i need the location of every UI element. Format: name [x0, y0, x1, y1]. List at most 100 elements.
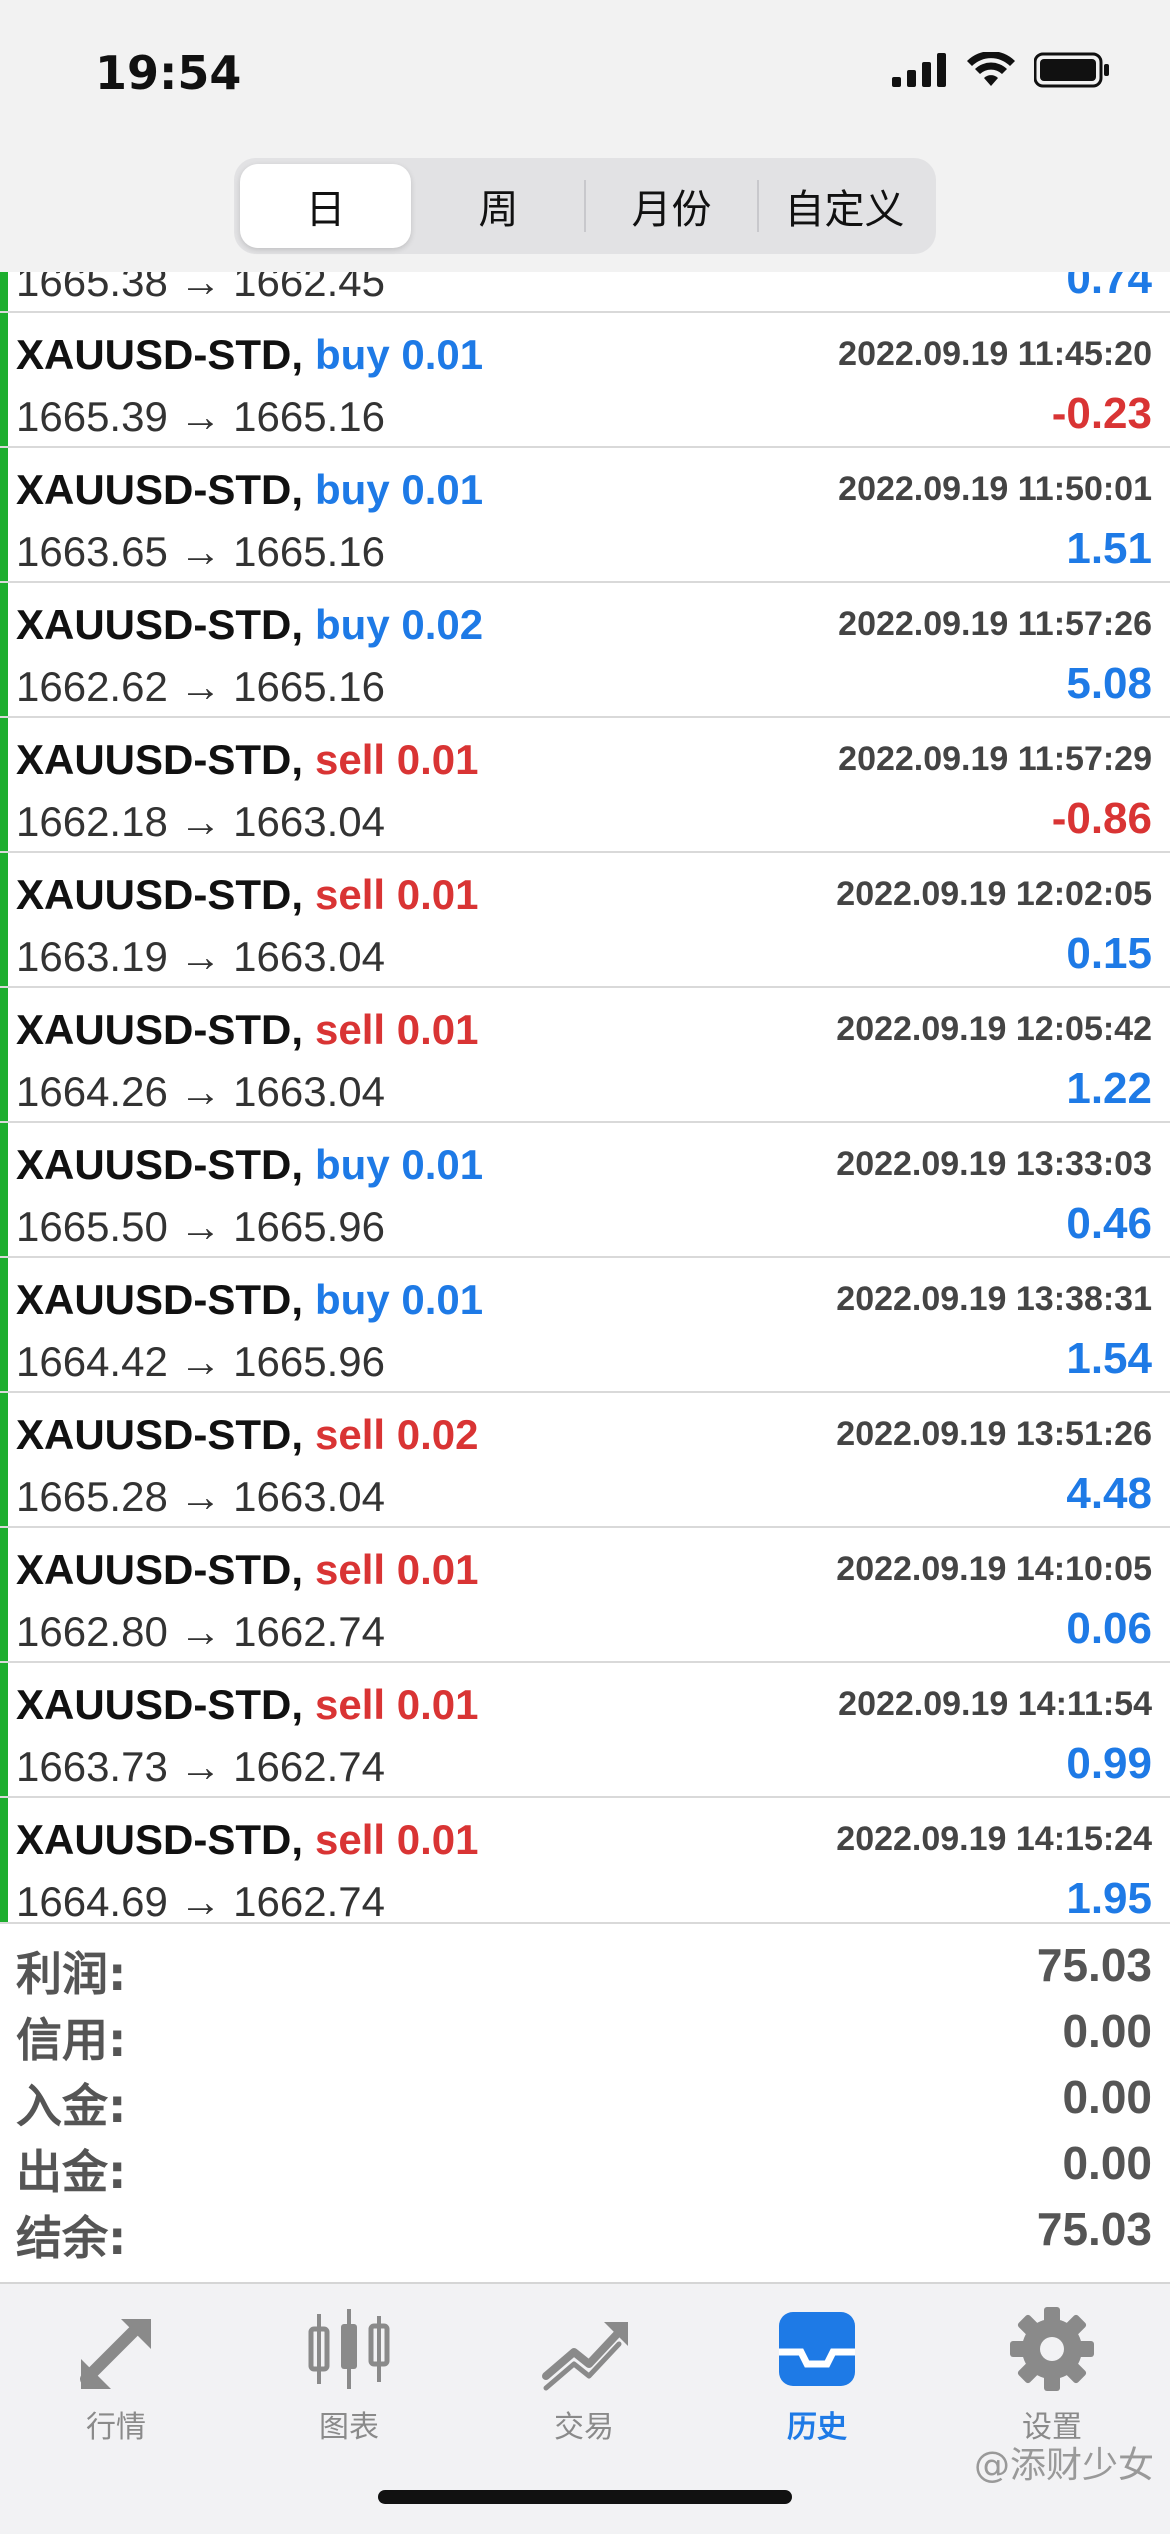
trade-side: sell — [315, 1546, 386, 1593]
trade-prices: 1663.19 → 1663.04 — [16, 933, 385, 980]
status-bar: 19:54 — [0, 0, 1170, 150]
trade-symbol: XAUUSD-STD, — [16, 871, 304, 918]
trade-side: sell — [315, 1816, 386, 1863]
trade-title: XAUUSD-STD, sell 0.01 — [16, 1546, 479, 1594]
trade-prices: 1664.26 → 1663.04 — [16, 1068, 385, 1115]
trade-symbol: XAUUSD-STD, — [16, 1006, 304, 1053]
trade-profit: 1.22 — [1066, 1064, 1152, 1113]
summary-value: 0.00 — [1062, 2137, 1152, 2189]
trade-profit: 0.74 — [1066, 272, 1152, 303]
trade-profit: 0.15 — [1066, 929, 1152, 978]
summary-value: 75.03 — [1036, 2203, 1152, 2255]
status-time: 19:54 — [95, 46, 242, 100]
trade-lot: 0.01 — [396, 1816, 479, 1863]
battery-icon — [1034, 52, 1109, 88]
trade-row[interactable]: XAUUSD-STD, buy 0.01 1664.42 → 1665.96 2022… — [0, 1258, 1170, 1393]
trade-profit: 1.51 — [1066, 524, 1152, 573]
trade-row[interactable]: XAUUSD-STD, sell 0.01 1663.19 → 1663.04 202… — [0, 853, 1170, 988]
tab-label: 行情 — [86, 2410, 146, 2445]
trade-prices: 1665.39 → 1665.16 — [16, 393, 385, 440]
trade-title: XAUUSD-STD, buy 0.01 — [16, 466, 483, 514]
trade-row[interactable]: XAUUSD-STD, buy 0.02 1662.62 → 1665.16 2022… — [0, 583, 1170, 718]
trade-profit: 0.99 — [1066, 1739, 1152, 1788]
trade-time: 2022.09.19 13:38:31 — [836, 1280, 1152, 1318]
home-indicator[interactable] — [378, 2490, 792, 2504]
trade-row[interactable]: XAUUSD-STD, buy 0.01 1663.65 → 1665.16 2022… — [0, 448, 1170, 583]
trade-symbol: XAUUSD-STD, — [16, 1546, 304, 1593]
trade-lot: 0.02 — [396, 1411, 479, 1458]
segment-custom[interactable]: 自定义 — [759, 164, 930, 248]
trade-time: 2022.09.19 14:11:54 — [838, 1685, 1152, 1723]
segment-day[interactable]: 日 — [240, 164, 411, 248]
trade-time: 2022.09.19 11:50:01 — [838, 470, 1152, 508]
trade-side: sell — [315, 871, 386, 918]
trade-time: 2022.09.19 14:10:05 — [836, 1550, 1152, 1588]
trade-row[interactable]: XAUUSD-STD, sell 0.02 1665.28 → 1663.04 202… — [0, 1393, 1170, 1528]
trade-title: XAUUSD-STD, sell 0.02 — [16, 1411, 479, 1459]
trade-row[interactable]: XAUUSD-STD,1665.38 → 1662.450.74 — [0, 272, 1170, 313]
watermark: @添财少女 — [973, 2445, 1154, 2486]
tab-settings[interactable]: 设置 — [962, 2304, 1142, 2454]
trade-row[interactable]: XAUUSD-STD, sell 0.01 1664.69 → 1662.74 202… — [0, 1798, 1170, 1922]
trade-side: buy — [315, 466, 390, 513]
trade-side: sell — [315, 1681, 386, 1728]
trade-row[interactable]: XAUUSD-STD, sell 0.01 1662.18 → 1663.04 202… — [0, 718, 1170, 853]
status-icons — [892, 52, 1110, 88]
trade-profit: 0.46 — [1066, 1199, 1152, 1248]
trade-row[interactable]: XAUUSD-STD, sell 0.01 1664.26 → 1663.04 202… — [0, 988, 1170, 1123]
tab-label: 历史 — [787, 2410, 847, 2445]
summary-label: 信用: — [16, 2013, 127, 2067]
trade-row[interactable]: XAUUSD-STD, buy 0.01 1665.39 → 1665.16 2022… — [0, 313, 1170, 448]
trade-side: buy — [315, 601, 390, 648]
tab-charts[interactable]: 图表 — [259, 2304, 439, 2454]
trade-title: XAUUSD-STD, buy 0.01 — [16, 1141, 483, 1189]
trade-history-list[interactable]: XAUUSD-STD, 1665.38 → 1662.45 0.74 XAUUSD-S… — [0, 272, 1170, 1922]
trade-time: 2022.09.19 12:05:42 — [836, 1010, 1152, 1048]
trade-lot: 0.01 — [401, 331, 484, 378]
trade-title: XAUUSD-STD, buy 0.01 — [16, 1276, 483, 1324]
trade-prices: 1664.69 → 1662.74 — [16, 1878, 385, 1922]
summary-row: 利润: 75.03 — [0, 1938, 1170, 2004]
tab-history[interactable]: 历史 — [727, 2304, 907, 2454]
trade-prices: 1665.38 → 1662.45 — [16, 272, 385, 305]
tab-quotes[interactable]: 行情 — [26, 2304, 206, 2454]
trade-side: sell — [315, 1006, 386, 1053]
wifi-icon — [967, 52, 1015, 86]
trade-profit: -0.23 — [1051, 389, 1152, 438]
trade-lot: 0.01 — [401, 1276, 484, 1323]
summary-value: 75.03 — [1036, 1939, 1152, 1991]
trade-lot: 0.01 — [396, 736, 479, 783]
trade-title: XAUUSD-STD, sell 0.01 — [16, 736, 479, 784]
trade-trend-icon — [542, 2322, 628, 2391]
segment-month[interactable]: 月份 — [586, 164, 757, 248]
trade-symbol: XAUUSD-STD, — [16, 1141, 304, 1188]
trade-row[interactable]: XAUUSD-STD, sell 0.01 1663.73 → 1662.74 202… — [0, 1663, 1170, 1798]
trade-time: 2022.09.19 13:33:03 — [836, 1145, 1152, 1183]
trade-time: 2022.09.19 13:51:26 — [836, 1415, 1152, 1453]
trade-row[interactable]: XAUUSD-STD, sell 0.01 1662.80 → 1662.74 202… — [0, 1528, 1170, 1663]
trade-time: 2022.09.19 12:02:05 — [836, 875, 1152, 913]
trade-prices: 1663.73 → 1662.74 — [16, 1743, 385, 1790]
trade-row[interactable]: XAUUSD-STD, buy 0.01 1665.50 → 1665.96 2022… — [0, 1123, 1170, 1258]
candlestick-chart-icon — [308, 2309, 390, 2389]
trade-symbol: XAUUSD-STD, — [16, 466, 304, 513]
trade-profit: 1.95 — [1066, 1874, 1152, 1922]
trade-profit: 0.06 — [1066, 1604, 1152, 1653]
summary-label: 出金: — [16, 2145, 127, 2199]
trade-prices: 1664.42 → 1665.96 — [16, 1338, 385, 1385]
trade-lot: 0.02 — [401, 601, 484, 648]
period-selector-bar: 日 周 月份 自定义 — [0, 150, 1170, 272]
period-segmented-control: 日 周 月份 自定义 — [234, 158, 936, 254]
trade-history-list-content: XAUUSD-STD, 1665.38 → 1662.45 0.74 XAUUSD-S… — [0, 272, 1170, 1922]
tab-trade[interactable]: 交易 — [494, 2304, 674, 2454]
quotes-arrows-icon — [80, 2319, 151, 2389]
trade-time: 2022.09.19 14:15:24 — [836, 1820, 1152, 1858]
trade-symbol: XAUUSD-STD, — [16, 1411, 304, 1458]
trade-side: buy — [315, 1141, 390, 1188]
trade-profit: 1.54 — [1066, 1334, 1152, 1383]
trade-lot: 0.01 — [396, 871, 479, 918]
trade-side: sell — [315, 1411, 386, 1458]
summary-label: 利润: — [16, 1947, 127, 2001]
segment-week[interactable]: 周 — [413, 164, 584, 248]
trade-prices: 1663.65 → 1665.16 — [16, 528, 385, 575]
